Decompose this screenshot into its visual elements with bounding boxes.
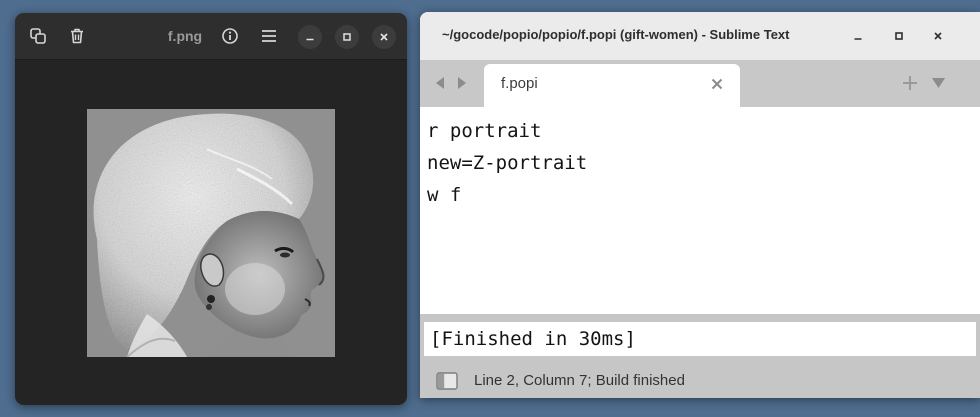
code-editor[interactable]: r portrait new=Z-portrait w f	[420, 107, 980, 314]
sublime-text-window: ~/gocode/popio/popio/f.popi (gift-women)…	[420, 12, 980, 398]
close-button[interactable]	[372, 25, 396, 49]
tab-next-arrow-icon[interactable]	[455, 75, 469, 91]
side-panel-toggle-icon[interactable]	[436, 372, 458, 390]
minimize-button[interactable]	[298, 25, 322, 49]
minimize-button[interactable]	[847, 25, 869, 47]
code-line: w f	[427, 184, 462, 206]
maximize-icon	[343, 33, 351, 41]
tab-f-popi[interactable]: f.popi	[484, 64, 740, 107]
info-icon	[222, 28, 238, 44]
portrait-image	[87, 109, 335, 357]
tab-prev-arrow-icon[interactable]	[433, 75, 447, 91]
image-viewer-window: f.png	[15, 13, 407, 405]
tab-close-icon[interactable]	[710, 77, 724, 91]
minimize-icon	[854, 38, 862, 40]
code-line: r portrait	[427, 120, 542, 142]
status-text: Line 2, Column 7; Build finished	[474, 372, 685, 389]
tab-label: f.popi	[501, 75, 538, 92]
tab-bar: f.popi	[420, 60, 980, 107]
window-title: ~/gocode/popio/popio/f.popi (gift-women)…	[442, 27, 790, 42]
sublime-titlebar: ~/gocode/popio/popio/f.popi (gift-women)…	[420, 12, 980, 60]
build-output-panel: [Finished in 30ms]	[420, 314, 980, 364]
copy-button[interactable]	[25, 23, 51, 49]
code-line: new=Z-portrait	[427, 152, 588, 174]
copy-icon	[30, 28, 46, 44]
main-menu-button[interactable]	[256, 23, 282, 49]
close-button[interactable]	[927, 25, 949, 47]
trash-icon	[71, 28, 83, 44]
maximize-button[interactable]	[888, 25, 910, 47]
new-tab-plus-icon[interactable]	[902, 75, 918, 91]
close-icon	[934, 32, 942, 40]
build-output-text: [Finished in 30ms]	[424, 322, 976, 356]
status-bar: Line 2, Column 7; Build finished	[420, 364, 980, 398]
tab-list-dropdown-icon[interactable]	[931, 77, 946, 89]
properties-button[interactable]	[217, 23, 243, 49]
hamburger-menu-icon	[262, 30, 276, 42]
maximize-icon	[895, 32, 903, 40]
maximize-button[interactable]	[335, 25, 359, 49]
close-icon	[380, 33, 388, 41]
viewer-headerbar: f.png	[15, 13, 407, 60]
minimize-icon	[306, 38, 314, 41]
delete-button[interactable]	[64, 23, 90, 49]
